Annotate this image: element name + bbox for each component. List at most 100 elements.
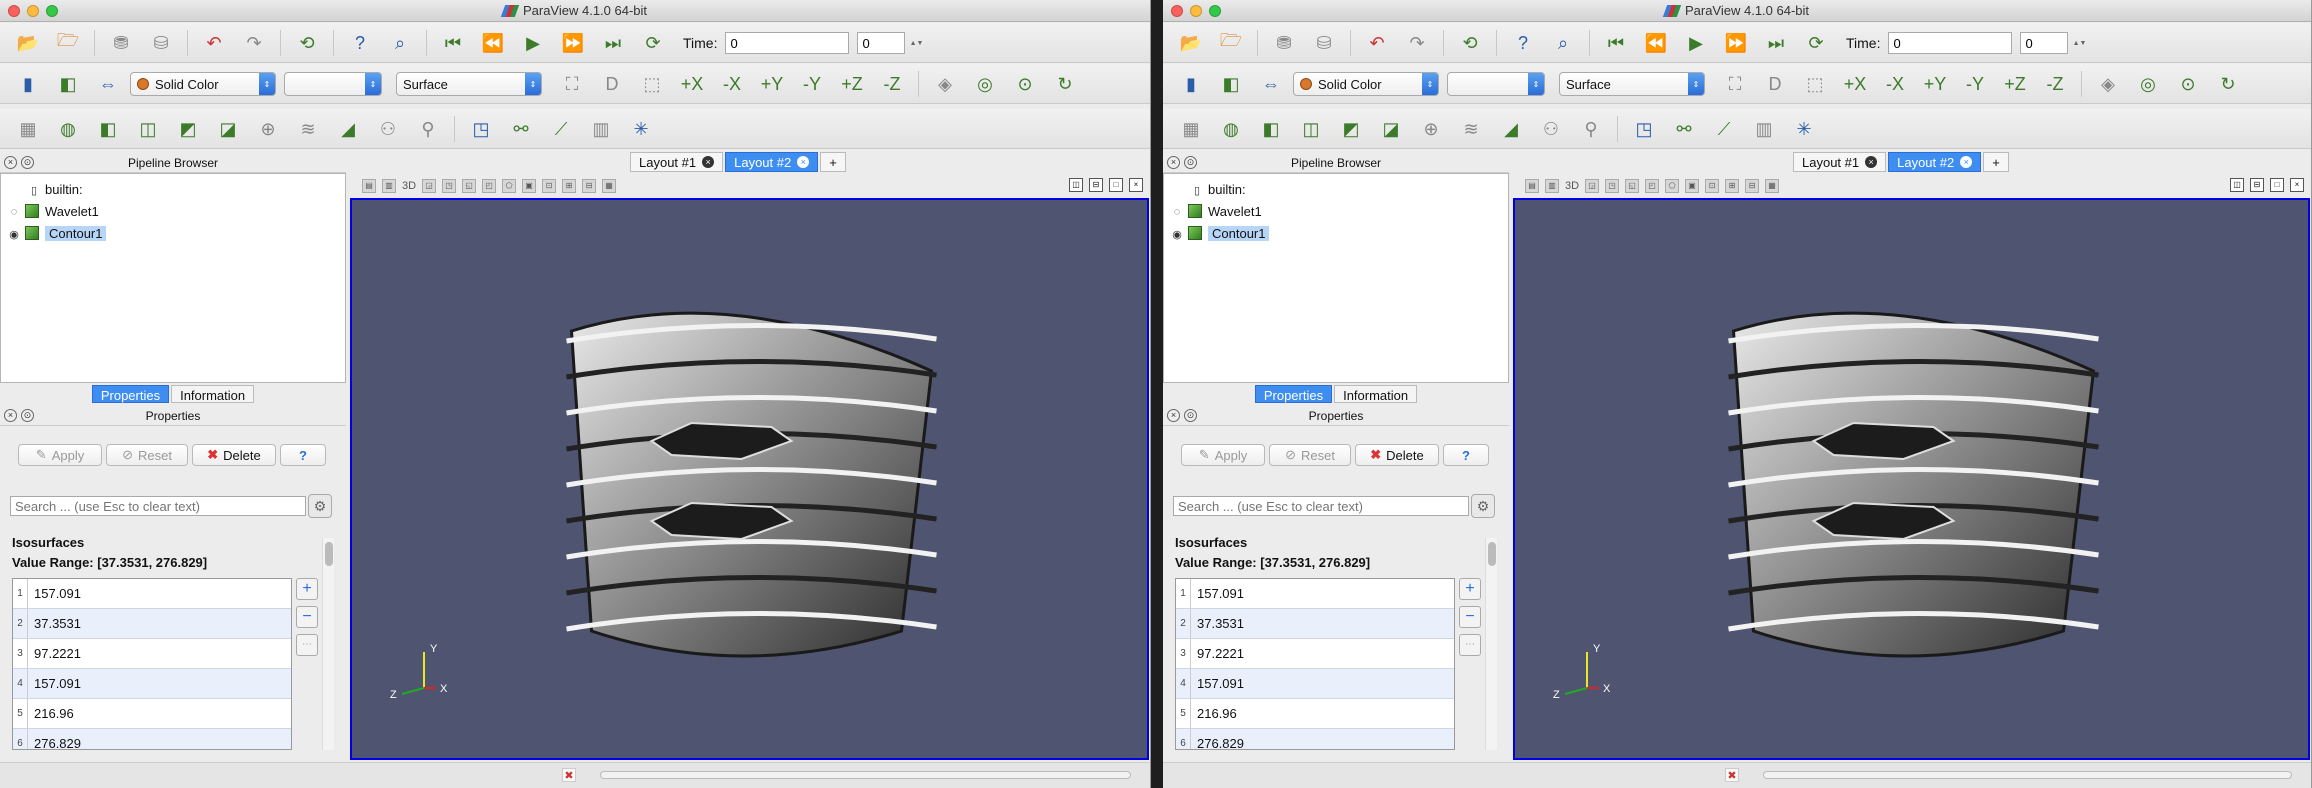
add-layout-tab-button[interactable]: + xyxy=(820,152,846,172)
table-row[interactable]: 3 97.2221 xyxy=(1176,639,1454,669)
next-frame-icon[interactable]: ⏩ xyxy=(555,27,591,59)
representation-select[interactable]: Surface ⇕ xyxy=(396,72,542,96)
color-legend-icon[interactable]: ◧ xyxy=(1213,68,1249,100)
clip-icon[interactable]: ◧ xyxy=(90,113,126,145)
close-tab-icon[interactable]: × xyxy=(1960,156,1973,168)
isosurface-value-cell[interactable]: 276.829 xyxy=(1190,729,1454,749)
maximize-view-icon[interactable]: □ xyxy=(2270,178,2284,192)
view-minus-z-icon[interactable]: -Z xyxy=(874,68,910,100)
histogram-icon[interactable]: ▥ xyxy=(1746,113,1782,145)
minimize-window-button[interactable] xyxy=(1190,5,1202,17)
disconnect-icon[interactable]: ⛁ xyxy=(143,27,179,59)
group-datasets-icon[interactable]: ⚇ xyxy=(370,113,406,145)
contour-icon[interactable]: ◍ xyxy=(1213,113,1249,145)
rotate-icon[interactable]: ↻ xyxy=(2210,68,2246,100)
slice-icon[interactable]: ◫ xyxy=(1293,113,1329,145)
table-row[interactable]: 6 276.829 xyxy=(1176,729,1454,749)
color-map-editor-icon[interactable]: ▮ xyxy=(1173,68,1209,100)
select-points-icon[interactable]: ◲ xyxy=(1585,179,1600,193)
recent-files-icon[interactable]: 🗁 xyxy=(1213,27,1249,59)
select-block-icon[interactable]: ▣ xyxy=(522,179,537,193)
glyph-icon[interactable]: ⊕ xyxy=(1413,113,1449,145)
warp-icon[interactable]: ◢ xyxy=(1493,113,1529,145)
color-map-editor-icon[interactable]: ▮ xyxy=(10,68,46,100)
extract-subset-icon[interactable]: ◪ xyxy=(1373,113,1409,145)
close-tab-icon[interactable]: × xyxy=(1865,156,1878,168)
remove-value-button[interactable]: − xyxy=(1459,606,1481,628)
tab-information[interactable]: Information xyxy=(171,385,255,403)
time-step-input[interactable] xyxy=(2020,32,2069,54)
interactive-select-icon[interactable]: ⊡ xyxy=(1705,179,1720,193)
previous-frame-icon[interactable]: ⏪ xyxy=(1638,27,1674,59)
axes-grid-icon[interactable]: ✳ xyxy=(1786,113,1822,145)
add-range-button[interactable]: ⋯ xyxy=(296,634,318,656)
close-view-icon[interactable]: × xyxy=(1129,178,1143,192)
view-minus-z-icon[interactable]: -Z xyxy=(2037,68,2073,100)
calculator-icon[interactable]: ▦ xyxy=(10,113,46,145)
disconnect-icon[interactable]: ⛁ xyxy=(1306,27,1342,59)
camera-undo-icon[interactable]: ▥ xyxy=(382,179,396,193)
isosurface-value-cell[interactable]: 97.2221 xyxy=(27,639,291,668)
recent-files-icon[interactable]: 🗁 xyxy=(50,27,86,59)
select-polygon-icon[interactable]: ⬠ xyxy=(1665,179,1680,193)
add-range-button[interactable]: ⋯ xyxy=(1459,634,1481,656)
close-view-icon[interactable]: × xyxy=(2290,178,2304,192)
close-tab-icon[interactable]: × xyxy=(702,156,715,168)
undo-icon[interactable]: ↶ xyxy=(1359,27,1395,59)
split-horizontal-icon[interactable]: ◫ xyxy=(2230,178,2244,192)
select-cells-on-icon[interactable]: ◳ xyxy=(442,179,457,193)
split-vertical-icon[interactable]: ⊟ xyxy=(2250,178,2264,192)
grow-selection-icon[interactable]: ⊞ xyxy=(1725,179,1740,193)
time-value-input[interactable] xyxy=(1888,32,2013,54)
zoom-to-box-icon[interactable]: ⬚ xyxy=(1797,68,1833,100)
tab-properties[interactable]: Properties xyxy=(1254,385,1333,403)
scrollbar-thumb[interactable] xyxy=(325,542,333,566)
pipeline-item-builtin[interactable]: ▯ builtin: xyxy=(27,179,83,199)
add-value-button[interactable]: + xyxy=(1459,578,1481,600)
delete-button[interactable]: ✖ Delete xyxy=(192,444,276,466)
clip-icon[interactable]: ◧ xyxy=(1253,113,1289,145)
warp-icon[interactable]: ◢ xyxy=(330,113,366,145)
capture-view-icon[interactable]: ▤ xyxy=(362,179,376,193)
extract-subset-icon[interactable]: ◪ xyxy=(210,113,246,145)
isosurface-value-cell[interactable]: 216.96 xyxy=(1190,699,1454,728)
help-icon[interactable]: ? xyxy=(1505,27,1541,59)
select-points-through-icon[interactable]: ◱ xyxy=(1625,179,1640,193)
split-horizontal-icon[interactable]: ◫ xyxy=(1069,178,1083,192)
zoom-to-data-icon[interactable]: D xyxy=(594,68,630,100)
zoom-to-data-icon[interactable]: D xyxy=(1757,68,1793,100)
tab-layout-1[interactable]: Layout #1 × xyxy=(630,152,724,172)
reset-camera-icon[interactable]: ⛶ xyxy=(1717,68,1753,100)
plot-data-icon[interactable]: ⟋ xyxy=(1706,113,1742,145)
extract-level-icon[interactable]: ⚲ xyxy=(410,113,446,145)
group-datasets-icon[interactable]: ⚇ xyxy=(1533,113,1569,145)
first-frame-icon[interactable]: ⏮ xyxy=(435,27,471,59)
gear-icon[interactable]: ⚙ xyxy=(308,494,332,518)
reset-button[interactable]: ⊘ Reset xyxy=(106,444,188,466)
last-frame-icon[interactable]: ⏭ xyxy=(595,27,631,59)
search-input[interactable] xyxy=(10,496,306,516)
reset-center-icon[interactable]: ◎ xyxy=(967,68,1003,100)
play-icon[interactable]: ▶ xyxy=(1678,27,1714,59)
isosurface-value-cell[interactable]: 157.091 xyxy=(1190,669,1454,698)
previous-frame-icon[interactable]: ⏪ xyxy=(475,27,511,59)
isosurface-value-cell[interactable]: 157.091 xyxy=(27,669,291,698)
threshold-icon[interactable]: ◩ xyxy=(170,113,206,145)
interactive-select-icon[interactable]: ⊡ xyxy=(542,179,557,193)
tab-information[interactable]: Information xyxy=(1334,385,1418,403)
help-button[interactable]: ? xyxy=(1443,444,1489,466)
select-block-icon[interactable]: ▣ xyxy=(1685,179,1700,193)
select-cells-icon[interactable]: ◳ xyxy=(1626,113,1662,145)
table-row[interactable]: 4 157.091 xyxy=(13,669,291,699)
find-data-icon[interactable]: ⌕ xyxy=(1545,27,1581,59)
reset-session-icon[interactable]: ⟲ xyxy=(1452,27,1488,59)
view-plus-z-icon[interactable]: +Z xyxy=(834,68,870,100)
time-step-spinner[interactable]: ▲▼ xyxy=(910,33,924,53)
select-cells-on-icon[interactable]: ◳ xyxy=(1605,179,1620,193)
search-input[interactable] xyxy=(1173,496,1469,516)
plot-over-line-icon[interactable]: ⚯ xyxy=(1666,113,1702,145)
loop-icon[interactable]: ⟳ xyxy=(1798,27,1834,59)
abort-icon[interactable]: ✖ xyxy=(1725,768,1739,782)
table-row[interactable]: 1 157.091 xyxy=(1176,579,1454,609)
abort-icon[interactable]: ✖ xyxy=(562,768,576,782)
